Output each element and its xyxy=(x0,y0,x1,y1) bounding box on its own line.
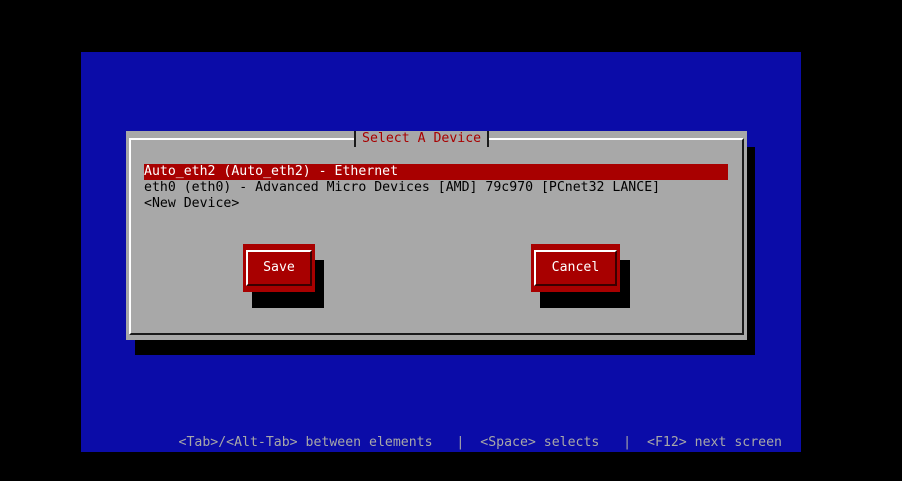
list-item[interactable]: Auto_eth2 (Auto_eth2) - Ethernet xyxy=(144,164,728,180)
device-list[interactable]: Auto_eth2 (Auto_eth2) - Ethernet eth0 (e… xyxy=(144,164,728,212)
save-button-label: Save xyxy=(263,260,295,275)
status-separator: | xyxy=(623,435,632,450)
space-hint: <Space> selects xyxy=(480,435,600,450)
cancel-button-label: Cancel xyxy=(551,260,600,275)
list-item[interactable]: eth0 (eth0) - Advanced Micro Devices [AM… xyxy=(144,180,728,196)
save-button[interactable]: Save xyxy=(243,244,315,292)
list-item[interactable]: <New Device> xyxy=(144,196,728,212)
select-device-dialog: Select A Device Auto_eth2 (Auto_eth2) - … xyxy=(126,131,747,340)
dialog-title: Select A Device xyxy=(354,131,490,147)
cancel-button[interactable]: Cancel xyxy=(531,244,620,292)
status-separator: | xyxy=(456,435,465,450)
status-bar: <Tab>/<Alt-Tab> between elements | <Spac… xyxy=(81,435,801,451)
f12-hint: <F12> next screen xyxy=(647,435,782,450)
tab-hint: <Tab>/<Alt-Tab> between elements xyxy=(178,435,433,450)
